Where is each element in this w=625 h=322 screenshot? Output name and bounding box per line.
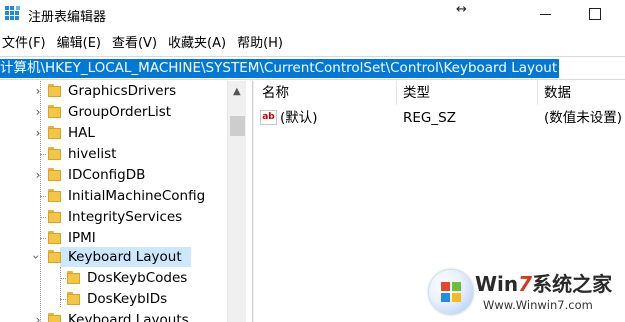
maximize-button[interactable] <box>575 0 615 28</box>
tree-item-grouporderlist[interactable]: › GroupOrderList <box>0 102 227 122</box>
menu-favorites[interactable]: 收藏夹(A) <box>166 33 231 55</box>
tree-item-hal[interactable]: › HAL <box>0 123 227 143</box>
folder-icon <box>67 271 80 285</box>
pane-splitter[interactable] <box>252 81 254 322</box>
menu-bar: 文件(F) 编辑(E) 查看(V) 收藏夹(A) 帮助(H) <box>0 33 625 55</box>
minimize-button[interactable] <box>526 0 566 28</box>
value-type: REG_SZ <box>403 110 456 126</box>
windows-logo-icon <box>429 270 473 314</box>
tree-item-label: HAL <box>68 125 95 141</box>
value-row-default[interactable]: ab (默认) REG_SZ (数值未设置) <box>256 107 625 129</box>
window-title: 注册表编辑器 <box>28 10 107 25</box>
menu-file[interactable]: 文件(F) <box>0 33 51 55</box>
tree-item-label: DosKeybIDs <box>87 291 168 307</box>
menu-help[interactable]: 帮助(H) <box>235 33 288 55</box>
tree-item-label: IPMI <box>68 230 96 246</box>
address-bar[interactable]: 计算机\HKEY_LOCAL_MACHINE\SYSTEM\CurrentCon… <box>0 56 625 80</box>
tree-item-doskeybids[interactable]: DosKeybIDs <box>0 289 227 309</box>
values-list-header: 名称 类型 数据 <box>256 81 625 105</box>
chevron-right-icon[interactable]: › <box>32 126 44 140</box>
chevron-down-icon[interactable]: › <box>29 251 43 263</box>
menu-view[interactable]: 查看(V) <box>110 33 162 55</box>
folder-icon <box>48 210 61 224</box>
tree-item-keyboard-layout[interactable]: › Keyboard Layout <box>0 247 227 267</box>
tree-item-label: hivelist <box>68 146 117 162</box>
folder-icon <box>67 292 80 306</box>
tree-item-label: IntegrityServices <box>68 209 183 225</box>
tree-item-label: Keyboard Layout <box>68 249 182 265</box>
title-bar: 注册表编辑器 ↔ <box>0 0 625 30</box>
registry-tree: › GraphicsDrivers › GroupOrderList › HAL… <box>0 81 227 322</box>
folder-icon <box>48 126 61 140</box>
tree-item-doskeybcodes[interactable]: DosKeybCodes <box>0 268 227 288</box>
chevron-right-icon[interactable]: › <box>32 168 44 182</box>
scrollbar-thumb[interactable] <box>230 116 245 136</box>
watermark-url: Www.Winwin7.com <box>483 298 593 312</box>
tree-item-idconfigdb[interactable]: › IDConfigDB <box>0 165 227 185</box>
tree-item-integrityservices[interactable]: IntegrityServices <box>0 207 227 227</box>
chevron-right-icon[interactable]: › <box>32 105 44 119</box>
scroll-up-arrow-icon[interactable]: ▲ <box>233 86 241 97</box>
tree-item-label: IDConfigDB <box>68 167 146 183</box>
watermark-brand: Win7系统之家 <box>475 272 613 296</box>
folder-icon <box>48 189 61 203</box>
tree-item-initialmachineconfig[interactable]: InitialMachineConfig <box>0 186 227 206</box>
string-value-icon: ab <box>260 110 277 125</box>
tree-item-label: DosKeybCodes <box>87 270 188 286</box>
chevron-right-icon[interactable]: › <box>32 84 44 98</box>
tree-item-ipmi[interactable]: IPMI <box>0 228 227 248</box>
resize-cursor-icon: ↔ <box>456 2 467 17</box>
open-folder-icon <box>48 250 61 264</box>
folder-icon <box>48 168 61 182</box>
tree-item-label: GraphicsDrivers <box>68 83 177 99</box>
tree-item-label: GroupOrderList <box>68 104 172 120</box>
column-header-name[interactable]: 名称 <box>258 81 289 105</box>
tree-item-keyboard-layouts[interactable]: › Keyboard Layouts <box>0 310 227 322</box>
chevron-right-icon[interactable]: › <box>32 313 44 322</box>
column-header-data[interactable]: 数据 <box>540 81 571 105</box>
menu-edit[interactable]: 编辑(E) <box>55 33 106 55</box>
folder-icon <box>48 231 61 245</box>
tree-item-hivelist[interactable]: hivelist <box>0 144 227 164</box>
tree-scrollbar[interactable]: ▲ <box>227 81 246 322</box>
folder-icon <box>48 84 61 98</box>
folder-icon <box>48 147 61 161</box>
regedit-app-icon <box>5 6 20 20</box>
column-header-type[interactable]: 类型 <box>399 81 430 105</box>
tree-item-label: InitialMachineConfig <box>68 188 206 204</box>
tree-item-graphicsdrivers[interactable]: › GraphicsDrivers <box>0 81 227 101</box>
folder-icon <box>48 105 61 119</box>
value-name: (默认) <box>280 110 318 126</box>
folder-icon <box>48 313 61 322</box>
tree-item-label: Keyboard Layouts <box>68 312 189 322</box>
site-watermark: Win7系统之家 Www.Winwin7.com <box>425 264 625 322</box>
address-path[interactable]: 计算机\HKEY_LOCAL_MACHINE\SYSTEM\CurrentCon… <box>0 59 560 78</box>
value-data: (数值未设置) <box>544 110 623 126</box>
